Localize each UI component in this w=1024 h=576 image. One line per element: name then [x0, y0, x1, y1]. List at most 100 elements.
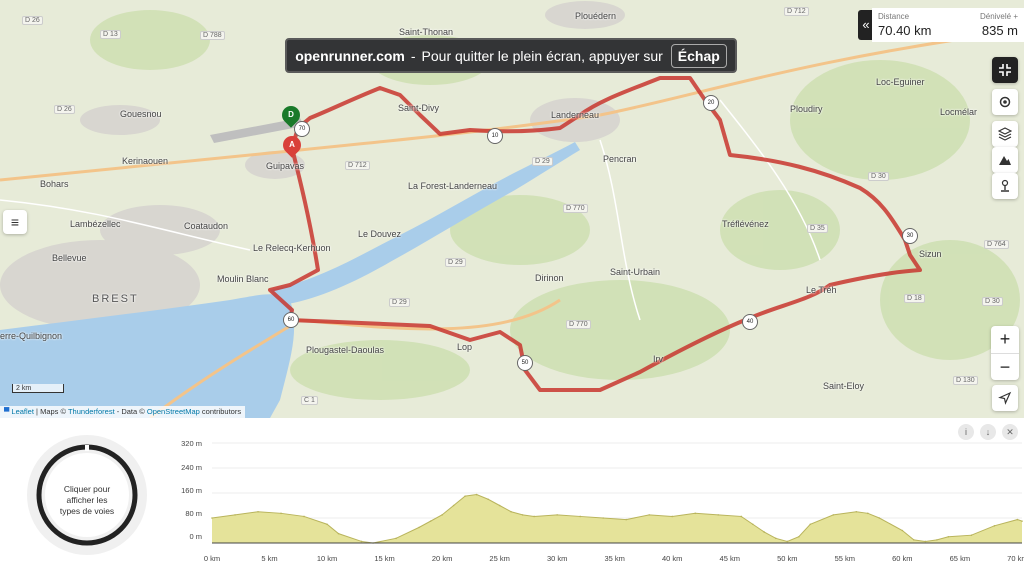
elevation-button[interactable] [992, 147, 1018, 173]
road-label: D 29 [389, 298, 410, 307]
km-marker: 50 [517, 355, 533, 371]
elevation-point [487, 498, 489, 501]
zoom-in-button[interactable]: + [991, 326, 1019, 354]
elevation-point [602, 517, 604, 519]
elevation-point [234, 514, 236, 516]
scale-bar: 2 km [12, 384, 64, 393]
fullscreen-banner: openrunner.com - Pour quitter le plein é… [285, 38, 737, 73]
place-label: Saint-Urbain [610, 267, 661, 277]
elevation-point [441, 514, 443, 516]
attribution-text: | Maps © [33, 407, 68, 416]
elevation-point [521, 514, 524, 516]
place-label: La Forest-Landerneau [408, 181, 498, 191]
elevation-point [337, 532, 340, 535]
place-label: BREST [92, 293, 139, 305]
place-label: Saint-Thonan [399, 27, 454, 37]
elevation-point [625, 518, 628, 521]
place-label: Moulin Blanc [217, 274, 269, 284]
elevation-point [901, 529, 904, 532]
y-tick-label: 160 m [181, 486, 202, 495]
finish-marker[interactable]: D [278, 102, 304, 128]
road-label: D 29 [532, 157, 553, 166]
x-tick-label: 20 km [431, 554, 453, 563]
elevation-point [936, 539, 938, 541]
leaflet-link[interactable]: Leaflet [11, 407, 34, 416]
map-attribution: ▀ Leaflet | Maps © Thunderforest - Data … [0, 406, 246, 418]
elevation-point [751, 523, 754, 526]
place-label: Bellevue [52, 253, 87, 263]
elevation-point [924, 540, 927, 543]
x-tick-label: 30 km [546, 554, 568, 563]
x-tick-label: 40 km [662, 554, 683, 563]
x-tick-label: 60 km [892, 554, 913, 563]
y-tick-label: 240 m [181, 463, 202, 472]
settings-button[interactable] [992, 89, 1018, 115]
elevation-point [418, 526, 420, 529]
place-label: Landerneau [551, 110, 600, 120]
elevation-point [671, 515, 674, 518]
zoom-out-button[interactable]: − [991, 354, 1019, 381]
thunderforest-link[interactable]: Thunderforest [68, 407, 115, 416]
escape-key: Échap [670, 43, 727, 68]
locate-button[interactable] [992, 385, 1018, 411]
x-tick-label: 45 km [719, 554, 740, 563]
x-tick-label: 70 km [1007, 554, 1024, 563]
place-label: Dirinon [535, 273, 564, 283]
elevation-point [326, 523, 328, 526]
zoom-control: + − [991, 326, 1019, 380]
person-pin-icon [1001, 179, 1009, 192]
info-icon: i [965, 427, 967, 437]
place-label: Bohars [40, 179, 69, 189]
x-tick-label: 15 km [374, 554, 395, 563]
elevation-point [993, 525, 996, 527]
place-label: Le Tréh [806, 285, 837, 295]
banner-message: Pour quitter le plein écran, appuyer sur [421, 47, 663, 64]
elevation-point [740, 515, 743, 518]
exit-fullscreen-button[interactable] [992, 57, 1018, 83]
layers-button[interactable] [992, 121, 1018, 147]
road-label: D 130 [953, 376, 978, 385]
road-types-hint[interactable]: Cliquer pour afficher les types de voies [56, 484, 118, 517]
elevation-point [303, 515, 305, 518]
x-tick-label: 50 km [777, 554, 798, 563]
x-tick-label: 0 km [203, 554, 221, 563]
compress-icon [999, 64, 1011, 76]
elevation-profile-chart[interactable] [206, 438, 1024, 548]
road-label: D 26 [22, 16, 43, 25]
x-tick-label: 65 km [949, 554, 971, 563]
elevation-point [510, 510, 512, 513]
distance-value: 70.40 km [878, 23, 932, 38]
finish-label: D [288, 110, 294, 119]
elevation-point [360, 540, 363, 543]
elevation-point [774, 537, 777, 540]
road-label: D 770 [563, 204, 588, 213]
elevation-point [556, 514, 558, 516]
osm-link[interactable]: OpenStreetMap [147, 407, 200, 416]
road-label: D 30 [982, 297, 1003, 306]
km-marker: 10 [487, 128, 503, 144]
poi-button[interactable] [992, 173, 1018, 199]
x-tick-label: 25 km [489, 554, 510, 563]
elevation-point [579, 515, 581, 518]
map[interactable]: Saint-Thonan Plouédern Loc-Eguiner Goues… [0, 0, 1024, 418]
place-label: Gouesnou [120, 109, 162, 119]
double-chevron-left-icon: « [862, 17, 870, 32]
road-label: D 764 [984, 240, 1009, 249]
elevation-point [280, 512, 282, 515]
y-tick-label: 80 m [185, 509, 202, 518]
start-marker[interactable]: A [279, 132, 305, 158]
elevation-point [211, 517, 213, 519]
place-label: Lambézellec [70, 219, 121, 229]
banner-site: openrunner.com [295, 47, 405, 64]
elevation-point [970, 534, 973, 536]
elevation-point [498, 504, 501, 507]
road-label: D 788 [200, 31, 225, 40]
mountain-icon [999, 156, 1011, 165]
place-label: Loc-Eguiner [876, 77, 925, 87]
elevation-label: Dénivelé + [979, 12, 1018, 21]
km-marker: 20 [703, 95, 719, 111]
gear-icon [999, 96, 1011, 108]
elevation-point [947, 535, 950, 538]
elevation-point [694, 512, 697, 515]
menu-button[interactable]: ≡ [3, 210, 27, 234]
